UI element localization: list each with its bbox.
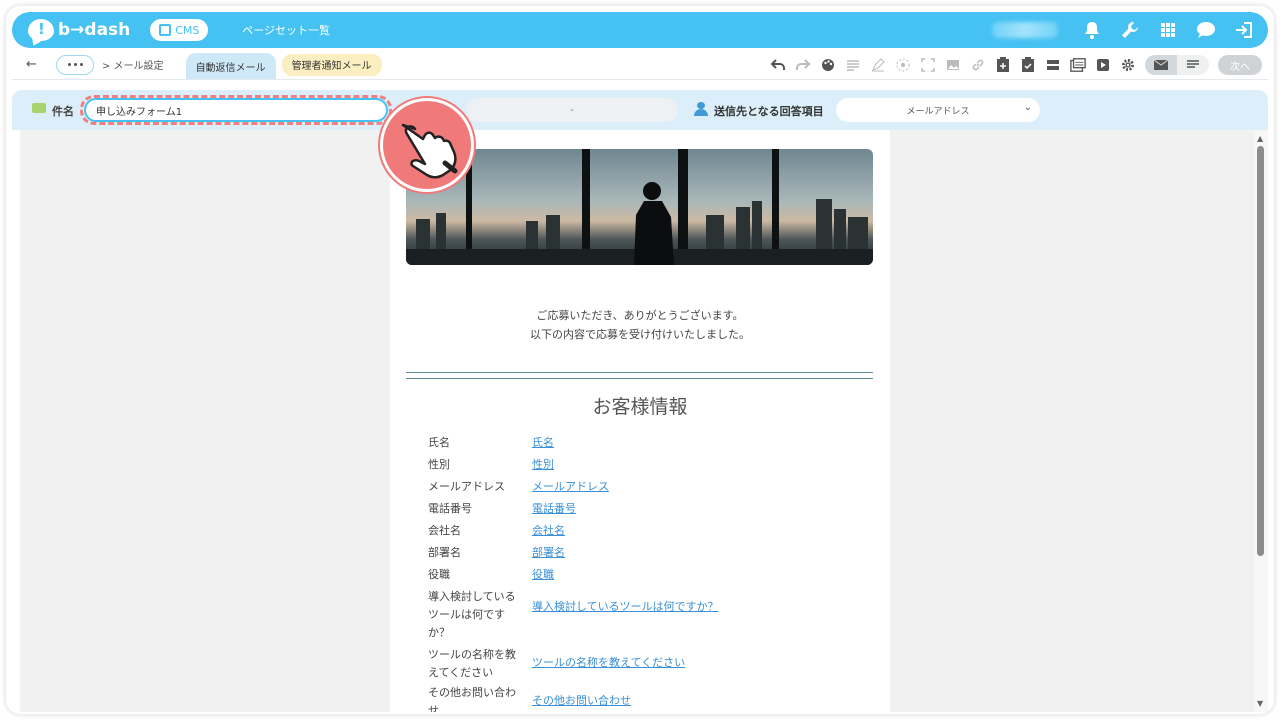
- row-label: 部署名: [428, 546, 461, 559]
- tab-admin-notification[interactable]: 管理者通知メール: [281, 53, 382, 76]
- email-preview[interactable]: ご応募いただき、ありがとうございます。 以下の内容で応募を受け付けいたしました。…: [390, 130, 890, 712]
- html-mail-icon[interactable]: [1145, 55, 1177, 75]
- chevron-down-icon: ⌄: [1023, 102, 1032, 113]
- text-block-icon[interactable]: [845, 57, 861, 73]
- logo-bubble-icon: [28, 19, 54, 41]
- top-bar: b→dash CMS ページセット一覧: [12, 12, 1268, 48]
- logout-icon[interactable]: [1234, 20, 1254, 40]
- row-value-link[interactable]: 部署名: [532, 544, 565, 562]
- row-label: 氏名: [428, 436, 450, 449]
- pointing-hand-icon: [380, 98, 474, 192]
- more-breadcrumb-button[interactable]: [56, 54, 94, 75]
- clipboard-add-icon[interactable]: [995, 57, 1011, 73]
- page-set-list-link[interactable]: ページセット一覧: [242, 22, 330, 38]
- row-value-link[interactable]: 性別: [532, 456, 554, 474]
- person-icon: [694, 102, 708, 116]
- divider: [406, 378, 873, 379]
- row-label: 性別: [428, 458, 450, 471]
- undo-icon[interactable]: [770, 57, 786, 73]
- row-label: メールアドレス: [428, 480, 505, 493]
- row-label: その他お問い合わせ: [428, 686, 516, 712]
- subject-label: 件名: [52, 105, 74, 118]
- recipient-selected-value: メールアドレス: [906, 106, 970, 117]
- palette-icon[interactable]: [820, 57, 836, 73]
- top-right-actions: [992, 12, 1254, 48]
- greeting-line-1: ご応募いただき、ありがとうございます。: [536, 309, 744, 322]
- row-label: ツールの名称を教えてください: [428, 648, 516, 679]
- row-value-link[interactable]: 会社名: [532, 522, 565, 540]
- video-icon[interactable]: [1095, 57, 1111, 73]
- breadcrumb[interactable]: > メール設定: [102, 57, 164, 72]
- next-button[interactable]: 次へ: [1218, 55, 1262, 75]
- clipboard-check-icon[interactable]: [1020, 57, 1036, 73]
- recipient-label: 送信先となる回答項目: [714, 105, 824, 118]
- cms-label: CMS: [175, 23, 200, 37]
- logo[interactable]: b→dash: [28, 19, 130, 41]
- row-value-link[interactable]: その他お問い合わせ: [532, 692, 631, 710]
- mail-settings-bar: 件名 申し込みフォーム1 - 送信先となる回答項目 メールアドレス ⌄: [12, 90, 1268, 130]
- row-label: 会社名: [428, 524, 461, 537]
- tab-auto-reply[interactable]: 自動返信メール: [185, 53, 276, 79]
- row-value-link[interactable]: 導入検討しているツールは何ですか？: [532, 598, 718, 616]
- row-label: 導入検討しているツールは何ですか？: [428, 590, 516, 639]
- greeting-line-2: 以下の内容で応募を受け付けいたしました。: [530, 328, 750, 341]
- editor-toolbar: 次へ: [770, 50, 1262, 80]
- sub-toolbar: ← > メール設定 自動返信メール 管理者通知メール 次へ: [12, 50, 1268, 80]
- highlight-ring: [80, 95, 392, 125]
- scroll-up-icon[interactable]: ▲: [1257, 134, 1263, 143]
- gear-icon[interactable]: [1120, 57, 1136, 73]
- row-value-link[interactable]: メールアドレス: [532, 478, 609, 496]
- redo-icon[interactable]: [795, 57, 811, 73]
- text-mail-icon[interactable]: [1177, 55, 1209, 75]
- row-value-link[interactable]: 役職: [532, 566, 554, 584]
- divider: [406, 372, 873, 373]
- cms-button[interactable]: CMS: [150, 19, 209, 41]
- wrench-icon[interactable]: [1120, 20, 1140, 40]
- greeting-text: ご応募いただき、ありがとうございます。 以下の内容で応募を受け付けいたしました。: [390, 306, 890, 344]
- row-label: 電話番号: [428, 502, 472, 515]
- form-block-icon[interactable]: [1070, 57, 1086, 73]
- row-value-link[interactable]: ツールの名称を教えてください: [532, 654, 685, 672]
- row-label: 役職: [428, 568, 450, 581]
- sender-input[interactable]: -: [466, 98, 678, 122]
- logo-text: b→dash: [58, 20, 131, 40]
- section-title: お客様情報: [592, 396, 688, 418]
- hero-image[interactable]: [406, 149, 873, 265]
- vertical-scrollbar[interactable]: ▲ ▼: [1254, 130, 1268, 712]
- image-icon[interactable]: [945, 57, 961, 73]
- edit-icon: [159, 24, 172, 36]
- layout-rows-icon[interactable]: [1045, 57, 1061, 73]
- bell-icon[interactable]: [1082, 20, 1102, 40]
- link-icon[interactable]: [970, 57, 986, 73]
- row-value-link[interactable]: 電話番号: [532, 500, 576, 518]
- scroll-thumb[interactable]: [1257, 146, 1264, 556]
- envelope-icon: [32, 103, 46, 113]
- target-icon[interactable]: [895, 57, 911, 73]
- row-value-link[interactable]: 氏名: [532, 434, 554, 452]
- app-window: b→dash CMS ページセット一覧 ←: [6, 6, 1274, 714]
- back-arrow-icon[interactable]: ←: [26, 57, 46, 72]
- user-name-blurred: [992, 22, 1058, 38]
- scroll-down-icon[interactable]: ▼: [1257, 699, 1263, 708]
- pen-icon[interactable]: [870, 57, 886, 73]
- apps-grid-icon[interactable]: [1158, 20, 1178, 40]
- recipient-select[interactable]: メールアドレス ⌄: [836, 98, 1040, 122]
- frame-icon[interactable]: [920, 57, 936, 73]
- chat-bubble-icon[interactable]: [1196, 20, 1216, 40]
- view-mode-toggle[interactable]: [1145, 55, 1209, 75]
